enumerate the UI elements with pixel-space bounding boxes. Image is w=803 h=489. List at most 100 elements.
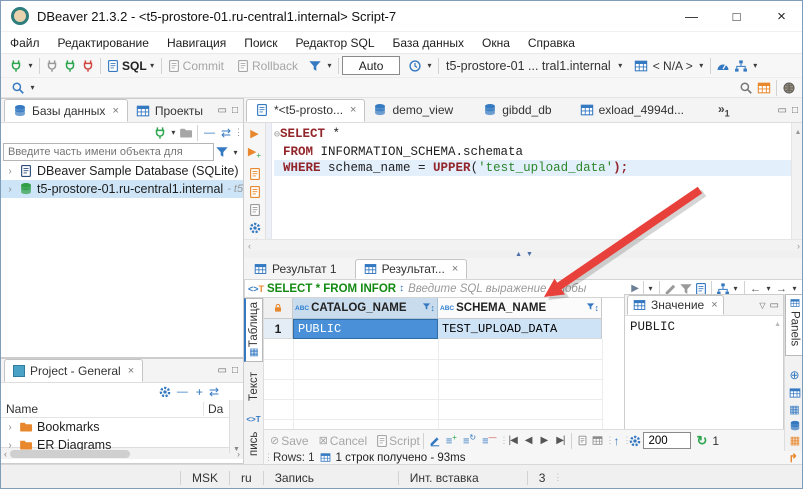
sql-editor-button[interactable]: SQL xyxy=(122,59,147,73)
grid-column-catalog-name[interactable]: ABC CATALOG_NAME ↕ xyxy=(293,298,438,319)
filter-caret-icon[interactable]: ▾ xyxy=(230,148,241,157)
tab-sql-script[interactable]: *<t5-prosto... × xyxy=(246,99,365,122)
menu-sql-editor[interactable]: Редактор SQL xyxy=(286,36,383,50)
menu-file[interactable]: Файл xyxy=(1,36,49,50)
transaction-history-icon[interactable] xyxy=(406,57,424,75)
editor-results-sash[interactable]: ▲ ▼ xyxy=(244,250,803,258)
expander-icon[interactable]: › xyxy=(5,166,15,177)
value-menu-icon[interactable]: ▽ xyxy=(756,301,768,310)
project-settings-gear-icon[interactable] xyxy=(158,383,173,401)
commit-mode-combo[interactable]: Auto xyxy=(342,56,400,75)
schema-selector[interactable]: < N/A > xyxy=(650,59,696,73)
network-caret-icon[interactable]: ▾ xyxy=(750,61,761,70)
disconnect-icon[interactable] xyxy=(79,57,97,75)
tab-close-icon[interactable]: × xyxy=(711,299,717,311)
scroll-left-icon[interactable]: ‹ xyxy=(1,449,10,459)
refresh-icon[interactable]: ↻ xyxy=(691,433,712,449)
open-view-icon[interactable] xyxy=(755,79,773,97)
execute-new-tab-icon[interactable]: ▶+ xyxy=(248,143,261,165)
sql-editor[interactable]: ▶ ▶+ ⋮ ⊖SELECT * FROM INFORMATION_SCHEMA… xyxy=(244,123,803,239)
execute-script-new-tab-icon[interactable] xyxy=(246,183,264,201)
nav-forward-icon[interactable]: → xyxy=(774,283,789,295)
quick-search-icon[interactable] xyxy=(737,79,755,97)
schema-caret-icon[interactable]: ▾ xyxy=(696,61,707,70)
sql-editor-icon[interactable] xyxy=(104,57,122,75)
results-settings-gear-icon[interactable] xyxy=(627,432,643,450)
delete-row-icon[interactable]: ≡— xyxy=(479,433,499,448)
panel-minimize-icon[interactable]: ▭ xyxy=(215,105,230,116)
connect-icon[interactable] xyxy=(43,57,61,75)
presentation-tab-text[interactable]: Текст <>T xyxy=(244,370,263,426)
nav-new-connection-icon[interactable] xyxy=(153,124,168,142)
perspective-globe-icon[interactable] xyxy=(780,79,798,97)
nav-back-icon[interactable]: ← xyxy=(748,283,763,295)
transaction-history-caret-icon[interactable]: ▾ xyxy=(424,61,435,70)
column-filter-sort-icon[interactable]: ↕ xyxy=(422,302,436,314)
sql-code[interactable]: ⊖SELECT * FROM INFORMATION_SCHEMA.schema… xyxy=(274,126,789,176)
execute-statement-icon[interactable]: ▶ xyxy=(250,125,258,143)
link-with-editor-icon[interactable]: ⇄ xyxy=(218,126,234,140)
value-minimize-icon[interactable]: ▭ xyxy=(769,300,783,311)
next-row-icon[interactable]: ▶ xyxy=(536,435,552,446)
tab-close-icon[interactable]: × xyxy=(350,104,356,116)
transaction-caret-icon[interactable]: ▾ xyxy=(324,61,335,70)
search-icon[interactable] xyxy=(9,79,27,97)
new-connection-caret-icon[interactable]: ▾ xyxy=(25,61,36,70)
editor-vscrollbar[interactable]: ▲ xyxy=(791,123,803,239)
menu-windows[interactable]: Окна xyxy=(473,36,519,50)
reconnect-icon[interactable] xyxy=(61,57,79,75)
preview-icon[interactable] xyxy=(590,432,605,450)
rollback-button[interactable]: Rollback xyxy=(252,59,298,73)
transaction-log-icon[interactable] xyxy=(306,57,324,75)
open-value-editor-icon[interactable] xyxy=(575,432,590,450)
cell-catalog-name[interactable]: PUBLIC xyxy=(293,319,438,339)
save-button[interactable]: Save xyxy=(281,434,308,448)
collapse-all-icon[interactable]: — xyxy=(173,386,192,398)
edit-value-icon[interactable] xyxy=(427,432,443,450)
menu-database[interactable]: База данных xyxy=(384,36,473,50)
panel-minimize-icon[interactable]: ▭ xyxy=(215,365,230,376)
aggregate-panel-icon[interactable]: ▦ xyxy=(789,403,799,416)
new-connection-icon[interactable] xyxy=(7,57,25,75)
tree-item-bookmarks[interactable]: › Bookmarks xyxy=(1,418,243,436)
nav-new-connection-caret-icon[interactable]: ▾ xyxy=(168,128,179,137)
scroll-left-icon[interactable]: ‹ xyxy=(244,241,255,251)
compare-caret-icon[interactable]: ▾ xyxy=(730,284,741,293)
tab-result-2[interactable]: Результат... × xyxy=(355,259,468,279)
fetch-size-input[interactable] xyxy=(643,432,691,449)
add-row-icon[interactable]: ≡+ xyxy=(443,433,460,448)
editor-settings-gear-icon[interactable] xyxy=(246,219,264,237)
sql-editor-caret-icon[interactable]: ▾ xyxy=(147,61,158,70)
presentation-tab-clipped[interactable]: пись xyxy=(244,426,263,456)
sash-up-icon[interactable]: ▲ xyxy=(515,251,522,258)
tab-close-icon[interactable]: × xyxy=(452,263,458,275)
tree-item-sample-database[interactable]: › DBeaver Sample Database (SQLite) xyxy=(1,162,243,180)
first-row-icon[interactable]: |◀ xyxy=(504,435,520,446)
tab-projects[interactable]: Проекты xyxy=(128,99,211,122)
commit-button[interactable]: Commit xyxy=(183,59,224,73)
network-icon[interactable] xyxy=(732,57,750,75)
column-filter-sort-icon[interactable]: ↕ xyxy=(586,302,600,314)
tab-result-1[interactable]: Результат 1 xyxy=(246,259,345,279)
switch-presentation-icon[interactable]: ▦ xyxy=(786,431,803,449)
scroll-right-icon[interactable]: › xyxy=(793,241,803,251)
apply-filter-icon[interactable]: ▶ xyxy=(628,283,642,294)
dashboard-icon[interactable] xyxy=(714,57,732,75)
value-content[interactable]: PUBLIC xyxy=(625,316,783,338)
tab-close-icon[interactable]: × xyxy=(128,365,134,377)
script-button[interactable]: Script xyxy=(389,434,420,448)
tab-databases[interactable]: Базы данных × xyxy=(4,99,128,122)
tab-value[interactable]: Значение × xyxy=(627,295,724,315)
minimize-button[interactable]: — xyxy=(669,1,714,31)
presentation-tab-grid[interactable]: Таблица ▦ xyxy=(244,298,263,362)
export-results-icon[interactable]: ↑ xyxy=(610,434,622,448)
object-filter-input[interactable] xyxy=(3,143,214,161)
metadata-panel-icon[interactable]: ⊕ xyxy=(789,368,799,382)
menu-navigation[interactable]: Навигация xyxy=(158,36,235,50)
panels-tab[interactable]: Panels xyxy=(785,294,803,356)
row-number-cell[interactable]: 1 xyxy=(264,319,293,339)
column-name[interactable]: Name xyxy=(6,402,38,416)
tree-item-t5-prostore[interactable]: › t5-prostore-01.ru-central1.internal - … xyxy=(1,180,243,198)
expander-icon[interactable]: › xyxy=(5,422,15,433)
tab-demo-view[interactable]: demo_view xyxy=(365,99,461,122)
